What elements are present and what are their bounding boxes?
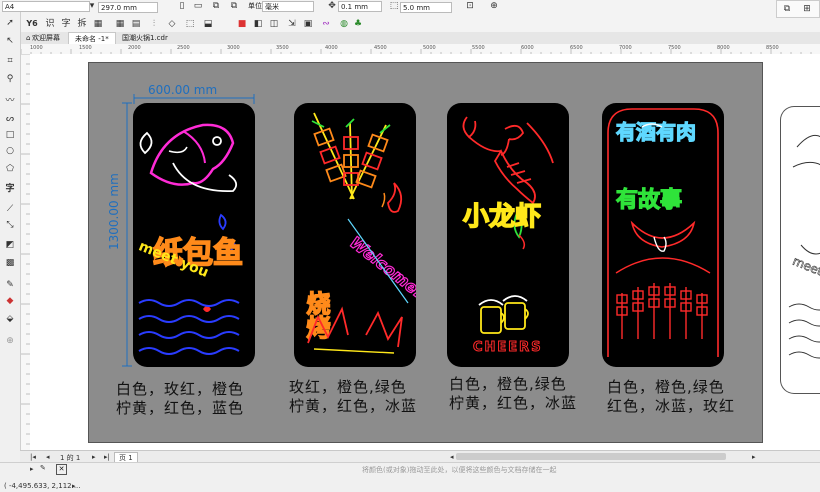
all-pages-icon[interactable]: ⧉	[210, 0, 222, 12]
freehand-tool-icon[interactable]: 〰	[3, 94, 17, 108]
docker-panel: ⧉ ⊞	[776, 0, 820, 18]
docker-icon[interactable]: ⧉	[781, 3, 793, 15]
first-page-icon[interactable]: |◂	[30, 453, 36, 461]
split-icon[interactable]: 拆	[76, 18, 88, 30]
story-neon-title: 有酒有肉	[616, 120, 696, 144]
tab-hotpot-file[interactable]: 国潮火锅1.cdr	[116, 32, 174, 44]
crayfish-artwork: 小龙虾 CHEERS	[462, 116, 554, 356]
height-dimension-line	[122, 102, 132, 367]
outline-artwork: meet you	[788, 134, 820, 359]
nudge-field[interactable]: 0.1 mm	[338, 1, 382, 12]
outline-icon[interactable]: ◫	[268, 18, 280, 30]
artistic-tool-icon[interactable]: ᔕ	[3, 112, 17, 126]
neon-sign-crayfish[interactable]: 小龙虾 CHEERS	[447, 103, 569, 367]
sign-caption: 柠黄，红色，冰蓝	[289, 397, 418, 415]
scroll-left-icon[interactable]: ◂	[450, 453, 454, 461]
connector-tool-icon[interactable]: ⤡	[3, 218, 17, 232]
sign-caption: 白色，橙色,绿色	[607, 378, 725, 396]
text-icon[interactable]: 字	[60, 18, 72, 30]
fish-artwork: 纸包鱼 meet you	[136, 123, 244, 355]
options-icon[interactable]: ⊡	[464, 0, 476, 12]
crop-tool-icon[interactable]: ⌗	[3, 54, 17, 68]
next-page-icon[interactable]: ▸	[92, 453, 96, 461]
text-frame-icon[interactable]: ▣	[302, 18, 314, 30]
fill-icon[interactable]: ◧	[252, 18, 264, 30]
align-icon[interactable]: ⫶	[148, 18, 160, 30]
zoom-tool-icon[interactable]: ⚲	[3, 72, 17, 86]
hint-icon[interactable]: ⊞	[801, 3, 813, 15]
landscape-icon[interactable]: ▭	[192, 0, 204, 12]
transparency-tool-icon[interactable]: ▩	[3, 256, 17, 270]
polygon-tool-icon[interactable]: ⬠	[3, 162, 17, 176]
eyedropper-tool-icon[interactable]: ✎	[3, 278, 17, 292]
palette-hint: 将颜色(或对象)拖动至此处，以便将这些颜色与文档存储在一起	[362, 466, 557, 474]
tab-welcome[interactable]: 欢迎屏幕	[26, 32, 66, 44]
sign-caption: 柠黄，红色，蓝色	[116, 399, 245, 417]
outline-subtitle: meet you	[791, 254, 820, 288]
text-tool-icon[interactable]: 字	[3, 182, 17, 196]
scroll-right-icon[interactable]: ▸	[752, 453, 756, 461]
offpage-outline-sign[interactable]: meet you	[780, 106, 820, 394]
bbq-neon-welcome: Welcome!	[346, 233, 416, 302]
rectangle-tool-icon[interactable]: □	[3, 128, 17, 142]
units-select[interactable]: 毫米	[262, 1, 314, 12]
grid-icon[interactable]: ▦	[114, 18, 126, 30]
vertical-ruler-ticks	[21, 53, 30, 445]
neon-sign-story[interactable]: 有酒有肉 有故事	[602, 103, 724, 367]
nudge-icon: ✥	[328, 1, 336, 11]
sign-caption: 柠黄，红色，冰蓝	[449, 394, 578, 412]
node-tool-icon[interactable]: ↖	[3, 34, 17, 48]
sign-caption: 白色，橙色,绿色	[449, 375, 567, 393]
page-height-field[interactable]: 297.0 mm	[98, 2, 158, 13]
duplicate-distance-field[interactable]: 5.0 mm	[400, 2, 452, 13]
bbq-artwork: Welcome! 烧烤	[301, 112, 416, 354]
paper-size-select[interactable]: A4	[2, 1, 90, 12]
font-icon[interactable]: Y6	[26, 18, 38, 30]
status-bar: ▸ ✎ ✕ 将颜色(或对象)拖动至此处，以便将这些颜色与文档存储在一起 ( -4…	[0, 462, 820, 492]
horizontal-scrollbar[interactable]	[456, 453, 726, 460]
story-artwork: 有酒有肉 有故事	[607, 108, 719, 357]
cursor-coordinates: ( -4,495.633, 2,112....	[4, 482, 81, 490]
crayfish-neon-char-1: 小龙虾	[463, 202, 541, 232]
chevron-down-icon[interactable]: ▾	[86, 0, 98, 12]
plugin-icon[interactable]: ♣	[352, 18, 364, 30]
frame-icon[interactable]: ⬚	[184, 18, 196, 30]
cursor-icon[interactable]: ⇲	[286, 18, 298, 30]
fill-tool-icon[interactable]: ◆	[3, 294, 17, 308]
layout-icon[interactable]: ▤	[130, 18, 142, 30]
globe-icon[interactable]: ◍	[338, 18, 350, 30]
current-page-icon[interactable]: ⧉	[228, 0, 240, 12]
sign-caption: 红色，冰蓝，玫红	[607, 397, 736, 415]
duplicate-distance-icon: ⬚	[389, 1, 399, 11]
coords-expand-icon[interactable]: ▸	[72, 482, 76, 490]
neon-sign-bbq[interactable]: Welcome! 烧烤	[294, 103, 416, 367]
smart-fill-tool-icon[interactable]: ⬙	[3, 312, 17, 326]
neon-sign-fish[interactable]: 纸包鱼 meet you	[133, 103, 255, 367]
shape-icon[interactable]: ◇	[166, 18, 178, 30]
pick-tool-icon[interactable]: ➚	[3, 16, 17, 30]
add-tool-icon[interactable]: ⊕	[3, 334, 17, 348]
transform-icon[interactable]: ⬓	[202, 18, 214, 30]
ellipse-tool-icon[interactable]: ○	[3, 144, 17, 158]
sign-caption: 玫红，橙色,绿色	[289, 378, 407, 396]
table-icon[interactable]: ▦	[92, 18, 104, 30]
text-recognize-icon[interactable]: 识	[44, 18, 56, 30]
last-page-icon[interactable]: ▸|	[104, 453, 110, 461]
prev-page-icon[interactable]: ◂	[46, 453, 50, 461]
toolbox: ➚ ↖ ⌗ ⚲ 〰 ᔕ □ ○ ⬠ 字 ⟋ ⤡ ◩ ▩ ✎ ◆ ⬙ ⊕	[0, 12, 21, 452]
dimension-tool-icon[interactable]: ⟋	[3, 202, 17, 216]
crayfish-neon-cheers: CHEERS	[473, 340, 543, 355]
shadow-tool-icon[interactable]: ◩	[3, 238, 17, 252]
expand-icon[interactable]: ▸	[30, 465, 34, 473]
add-icon[interactable]: ⊕	[488, 0, 500, 12]
sign-caption: 白色，玫红，橙色	[116, 380, 245, 398]
property-bar: A4 ▾ 297.0 mm ▯ ▭ ⧉ ⧉ 单位: 毫米 ✥ 0.1 mm ⬚ …	[0, 0, 820, 33]
no-color-icon[interactable]: ✕	[56, 464, 67, 475]
color-icon[interactable]: ■	[236, 18, 248, 30]
curve-icon[interactable]: ∾	[320, 18, 332, 30]
height-dimension-label: 1300.00 mm	[107, 173, 121, 250]
eyedropper-icon[interactable]: ✎	[40, 464, 46, 472]
portrait-icon[interactable]: ▯	[176, 0, 188, 12]
story-neon-subtitle: 有故事	[616, 187, 682, 213]
